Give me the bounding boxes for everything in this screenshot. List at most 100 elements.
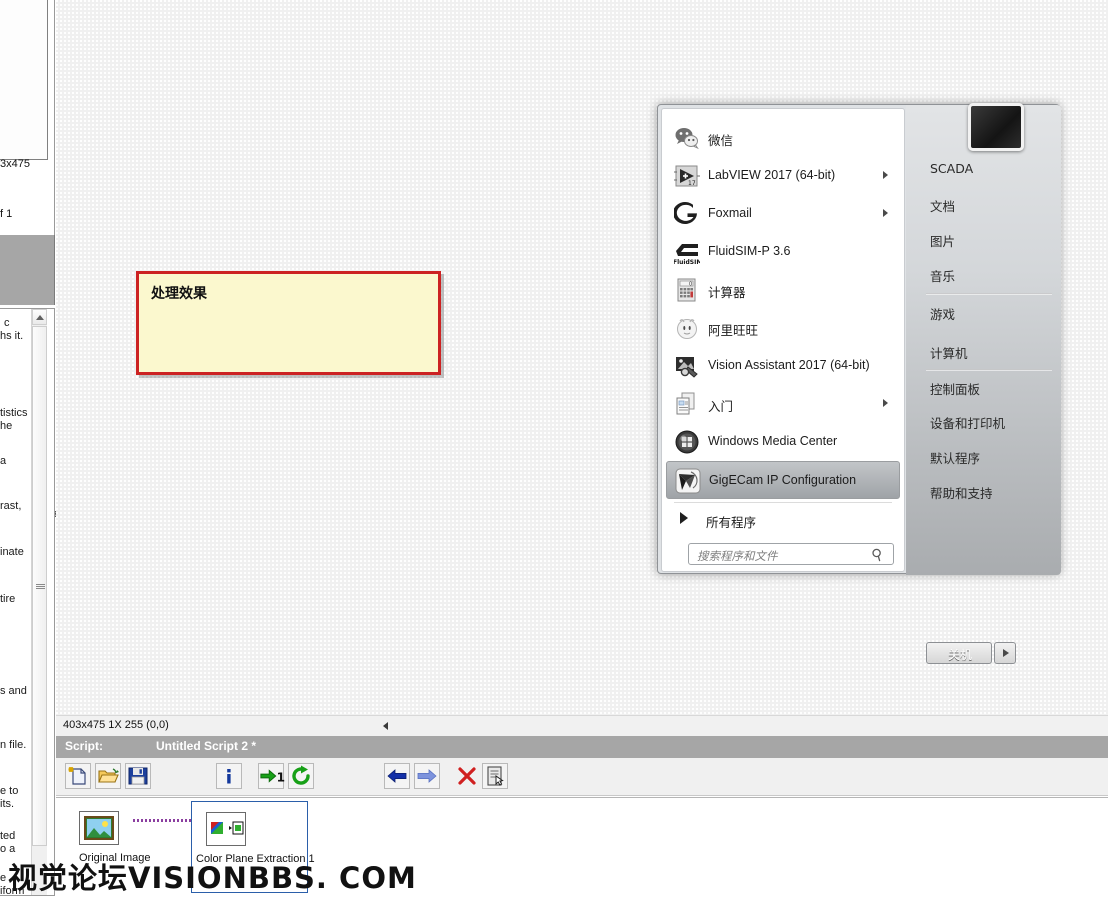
toolbar-gray-strip: 123 [0, 235, 55, 305]
start-menu-item-fluidsim[interactable]: FluidSIM FluidSIM-P 3.6 [666, 233, 900, 271]
start-menu-item-label: 计算器 [708, 282, 746, 301]
help-fragment: c [4, 317, 10, 330]
start-menu-item-label: FluidSIM-P 3.6 [708, 244, 790, 258]
help-fragment: e [0, 872, 6, 885]
help-fragment: tistics [0, 407, 28, 420]
svg-text:1: 1 [277, 771, 285, 785]
start-menu-item-aliwangwang[interactable]: 阿里旺旺 [666, 309, 900, 347]
save-script-icon[interactable] [125, 763, 151, 789]
left-sidebar: 3x475 f 1 123 c hs it. tistics he a rast… [0, 0, 56, 896]
status-bar: 403x475 1X 255 (0,0) [56, 715, 1108, 736]
start-menu-place-scada[interactable]: SCADA [930, 161, 973, 176]
start-menu-item-label: Vision Assistant 2017 (64-bit) [708, 358, 870, 372]
start-menu-place-pictures[interactable]: 图片 [930, 231, 955, 250]
start-menu-item-getting-started[interactable]: 入门 [666, 385, 900, 423]
help-fragment: its. [0, 798, 14, 811]
start-menu-item-label: Windows Media Center [708, 434, 837, 448]
horizontal-scroll-left-button[interactable] [378, 718, 395, 735]
annotation-box[interactable]: 处理效果 [136, 271, 441, 375]
left-panel-scrollbar[interactable] [31, 309, 47, 895]
start-menu-place-help-and-support[interactable]: 帮助和支持 [930, 483, 993, 502]
start-menu-item-label: 入门 [708, 396, 733, 415]
aliwangwang-icon [674, 315, 700, 341]
open-script-icon[interactable] [95, 763, 121, 789]
windows-media-center-icon [674, 429, 700, 455]
watermark-text: 视觉论坛VISIONBBS. COM [8, 855, 417, 897]
start-menu-programs-pane: 微信 17 LabVIEW 2017 (64-bit) Foxmail [661, 108, 905, 572]
delete-step-icon[interactable] [454, 763, 480, 789]
submenu-arrow-icon [883, 209, 888, 217]
start-menu-item-gigecam-ip-configuration[interactable]: GigECam IP Configuration [666, 461, 900, 499]
labview-icon: 17 [674, 163, 700, 189]
script-header-bar: Script: Untitled Script 2 * [56, 736, 1108, 758]
start-menu-all-programs-label: 所有程序 [706, 512, 756, 531]
start-menu-item-label: LabVIEW 2017 (64-bit) [708, 168, 835, 182]
new-script-icon[interactable] [65, 763, 91, 789]
script-label: Script: [65, 739, 103, 753]
start-menu-item-label: 微信 [708, 130, 733, 149]
start-menu-item-vision-assistant[interactable]: Vision Assistant 2017 (64-bit) [666, 347, 900, 385]
fluidsim-icon: FluidSIM [674, 239, 700, 265]
step-back-icon[interactable] [384, 763, 410, 789]
scroll-up-button[interactable] [32, 309, 47, 325]
foxmail-icon [674, 201, 700, 227]
run-continuous-icon[interactable] [288, 763, 314, 789]
search-icon [871, 548, 885, 562]
start-menu-item-label: 阿里旺旺 [708, 320, 758, 339]
start-menu-place-games[interactable]: 游戏 [930, 304, 955, 323]
start-menu-item-wechat[interactable]: 微信 [666, 119, 900, 157]
vision-assistant-icon [674, 353, 700, 379]
gigecam-icon [675, 468, 701, 494]
start-menu-item-calculator[interactable]: 0 计算器 [666, 271, 900, 309]
color-plane-extraction-icon [206, 812, 246, 846]
info-icon[interactable] [216, 763, 242, 789]
help-fragment: ted [0, 830, 15, 843]
avatar[interactable] [968, 103, 1024, 151]
run-once-icon[interactable]: 1 [258, 763, 284, 789]
help-fragment: hs it. [0, 330, 23, 343]
help-fragment: he [0, 420, 12, 433]
start-menu-place-devices-and-printers[interactable]: 设备和打印机 [930, 413, 1005, 432]
wechat-icon [674, 125, 700, 151]
help-fragment: inate [0, 546, 24, 559]
copy-step-icon[interactable] [482, 763, 508, 789]
image-count-label: f 1 [0, 208, 56, 226]
help-fragment: e to [0, 785, 18, 798]
image-thumbnail-icon [79, 811, 119, 845]
start-menu[interactable]: 微信 17 LabVIEW 2017 (64-bit) Foxmail [657, 104, 1060, 574]
start-menu-place-control-panel[interactable]: 控制面板 [930, 379, 980, 398]
annotation-text: 处理效果 [151, 283, 207, 303]
calculator-icon: 0 [674, 277, 700, 303]
start-menu-item-windows-media-center[interactable]: Windows Media Center [666, 423, 900, 461]
status-bar-text: 403x475 1X 255 (0,0) [63, 719, 169, 731]
start-menu-place-documents[interactable]: 文档 [930, 196, 955, 215]
shutdown-options-arrow-icon[interactable] [994, 642, 1016, 664]
start-menu-places-divider [926, 369, 1052, 371]
help-fragment: n file. [0, 739, 26, 752]
all-programs-arrow-icon [676, 510, 692, 526]
svg-text:0: 0 [689, 281, 692, 287]
start-menu-item-labview[interactable]: 17 LabVIEW 2017 (64-bit) [666, 157, 900, 195]
step-connector-line [133, 819, 193, 822]
help-fragment: rast, [0, 500, 21, 513]
start-menu-all-programs[interactable]: 所有程序 [666, 501, 900, 539]
help-fragment: a [0, 455, 6, 468]
image-dimensions-label: 3x475 [0, 158, 56, 178]
start-menu-item-foxmail[interactable]: Foxmail [666, 195, 900, 233]
scrollbar-thumb[interactable] [32, 326, 47, 846]
getting-started-icon [674, 391, 700, 417]
start-menu-search-placeholder: 搜索程序和文件 [697, 548, 778, 564]
shutdown-button-label: 关机 [927, 646, 993, 663]
start-menu-item-label: Foxmail [708, 206, 752, 220]
script-toolbar: 1 [56, 758, 1108, 796]
submenu-arrow-icon [883, 399, 888, 407]
start-menu-place-music[interactable]: 音乐 [930, 266, 955, 285]
help-fragment: s and [0, 685, 27, 698]
step-forward-icon[interactable] [414, 763, 440, 789]
start-menu-place-default-programs[interactable]: 默认程序 [930, 448, 980, 467]
shutdown-button[interactable]: 关机 [926, 642, 992, 664]
start-menu-search-input[interactable]: 搜索程序和文件 [688, 543, 894, 565]
start-menu-place-computer[interactable]: 计算机 [930, 343, 968, 362]
image-preview-box[interactable] [0, 0, 48, 160]
start-menu-places-divider [926, 293, 1052, 295]
